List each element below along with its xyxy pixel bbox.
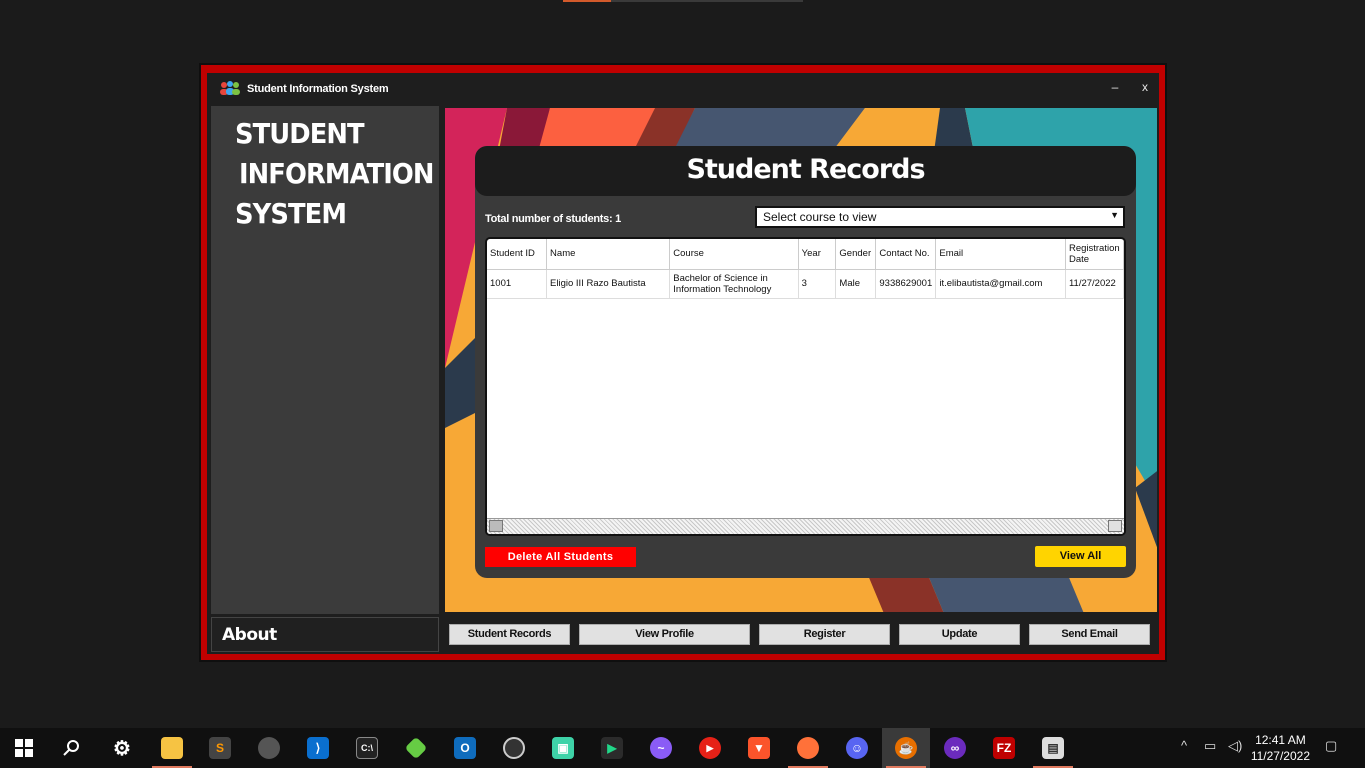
records-panel: Student Records Total number of students…	[443, 106, 1159, 614]
card-header: Student Records	[475, 146, 1136, 196]
volume-icon[interactable]: ◁)	[1228, 738, 1242, 754]
users-icon	[220, 81, 240, 95]
table-cell[interactable]: 3	[798, 269, 837, 299]
chevron-down-icon[interactable]: ▼	[1110, 210, 1119, 220]
terminal-icon[interactable]: C:\	[343, 728, 391, 768]
nav-update-button[interactable]: Update	[899, 624, 1020, 645]
view-all-button[interactable]: View All	[1035, 546, 1126, 567]
table-header-row: Student ID Name Course Year Gender Conta…	[487, 239, 1124, 270]
column-header[interactable]: Year	[798, 239, 837, 270]
outlook-icon[interactable]: O	[441, 728, 489, 768]
table-cell[interactable]: 9338629001	[875, 269, 937, 299]
sublime-text-icon[interactable]: S	[196, 728, 244, 768]
obs-icon[interactable]	[490, 728, 538, 768]
search-icon[interactable]	[48, 728, 96, 768]
course-select[interactable]: Select course to view ▼	[755, 206, 1125, 228]
git-icon[interactable]	[392, 728, 440, 768]
windows-start-icon[interactable]	[0, 728, 48, 768]
youtube-icon[interactable]: ▶	[686, 728, 734, 768]
sidebar: STUDENT INFORMATION SYSTEM	[211, 106, 439, 614]
table-cell[interactable]: 11/27/2022	[1065, 269, 1124, 299]
column-header[interactable]: Contact No.	[875, 239, 937, 270]
vscode-icon[interactable]: ⟩	[294, 728, 342, 768]
clock-time: 12:41 AM	[1255, 733, 1306, 747]
nav-register-button[interactable]: Register	[759, 624, 890, 645]
brave-icon[interactable]: ▼	[735, 728, 783, 768]
minimize-button[interactable]: –	[1104, 78, 1126, 96]
table-cell[interactable]: Bachelor of Science in Information Techn…	[669, 269, 799, 299]
nav-view-profile-button[interactable]: View Profile	[579, 624, 750, 645]
records-card: Student Records Total number of students…	[475, 146, 1136, 578]
app-icon[interactable]: ▤	[1029, 728, 1077, 768]
window-title: Student Information System	[247, 83, 389, 95]
horizontal-scrollbar[interactable]	[487, 518, 1124, 534]
filezilla-icon[interactable]: FZ	[980, 728, 1028, 768]
column-header[interactable]: Name	[546, 239, 671, 270]
page-title: Student Records	[686, 154, 925, 185]
app-window: Student Information System – x STUDENT I…	[199, 63, 1167, 662]
column-header[interactable]: Email	[935, 239, 1066, 270]
column-header[interactable]: Course	[669, 239, 799, 270]
scroll-left-handle[interactable]	[489, 520, 503, 532]
column-header[interactable]: Student ID	[487, 239, 548, 270]
close-button[interactable]: x	[1134, 78, 1156, 96]
table-row[interactable]: 1001 Eligio III Razo Bautista Bachelor o…	[487, 269, 1124, 299]
brand-line-3: SYSTEM	[235, 197, 347, 230]
notification-icon[interactable]: ▢	[1325, 738, 1337, 754]
firefox-icon[interactable]	[784, 728, 832, 768]
app-icon[interactable]: ∞	[931, 728, 979, 768]
nav-send-email-button[interactable]: Send Email	[1029, 624, 1150, 645]
table-cell[interactable]: 1001	[487, 269, 548, 299]
pycharm-icon[interactable]: ▶	[588, 728, 636, 768]
nav-student-records-button[interactable]: Student Records	[449, 624, 570, 645]
about-button[interactable]: About	[211, 617, 439, 652]
window-inner: Student Information System – x STUDENT I…	[207, 73, 1159, 654]
discord-icon[interactable]: ☺	[833, 728, 881, 768]
column-header[interactable]: Registration Date	[1065, 239, 1124, 270]
course-select-value: Select course to view	[763, 210, 877, 224]
app-icon[interactable]	[245, 728, 293, 768]
network-icon[interactable]: ▭	[1204, 738, 1216, 754]
messenger-icon[interactable]: ~	[637, 728, 685, 768]
chevron-up-icon[interactable]: ^	[1181, 738, 1187, 753]
students-table[interactable]: Student ID Name Course Year Gender Conta…	[485, 237, 1126, 536]
clock-date: 11/27/2022	[1250, 749, 1310, 763]
brand-line-2: INFORMATION	[239, 157, 434, 190]
file-explorer-icon[interactable]	[148, 728, 196, 768]
about-label: About	[222, 625, 277, 645]
students-table-grid: Student ID Name Course Year Gender Conta…	[487, 239, 1124, 299]
background-window-accent	[563, 0, 611, 2]
title-bar[interactable]: Student Information System – x	[207, 73, 1159, 103]
clock[interactable]: 12:41 AM 11/27/2022	[1251, 732, 1310, 764]
table-cell[interactable]: it.elibautista@gmail.com	[935, 269, 1066, 299]
scroll-corner[interactable]	[1108, 520, 1122, 532]
taskbar: ⚙ S ⟩ C:\ O ▣ ▶ ~ ▶ ▼ ☺ ☕ ∞ FZ ▤ ^ ▭ ◁) …	[0, 728, 1365, 768]
total-students-label: Total number of students: 1	[485, 213, 621, 225]
java-app-icon[interactable]: ☕	[882, 728, 930, 768]
app-icon[interactable]: ▣	[539, 728, 587, 768]
brand-line-1: STUDENT	[235, 117, 365, 150]
delete-all-students-button[interactable]: Delete All Students	[485, 547, 636, 567]
table-cell[interactable]: Eligio III Razo Bautista	[546, 269, 671, 299]
table-cell[interactable]: Male	[835, 269, 877, 299]
column-header[interactable]: Gender	[835, 239, 877, 270]
settings-icon[interactable]: ⚙	[98, 728, 146, 768]
background-window-strip	[563, 0, 803, 2]
